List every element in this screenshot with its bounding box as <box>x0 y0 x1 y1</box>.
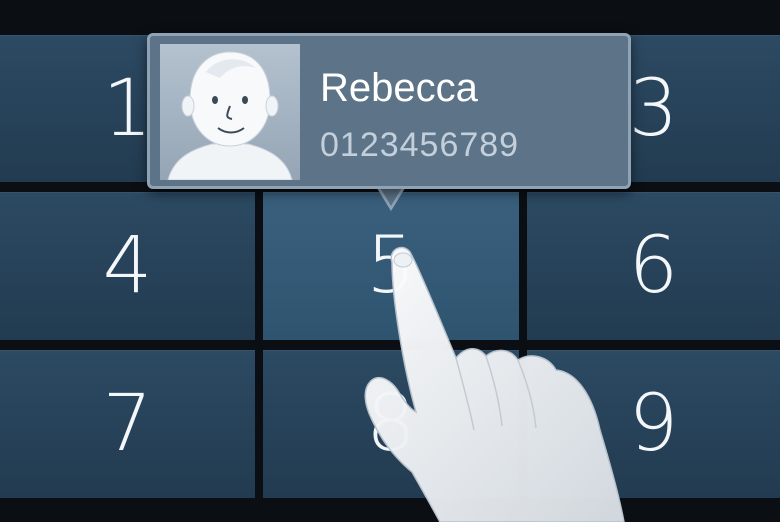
key-digit: 8 <box>366 379 416 469</box>
default-person-avatar-icon <box>160 44 300 180</box>
contact-name: Rebecca <box>320 66 478 110</box>
key-8[interactable]: 8 <box>263 350 519 498</box>
key-5[interactable]: 5 <box>263 192 519 340</box>
key-9[interactable]: 9 <box>527 350 780 498</box>
key-7[interactable]: 7 <box>0 350 255 498</box>
key-digit: 6 <box>628 221 679 311</box>
key-6[interactable]: 6 <box>527 192 780 340</box>
key-digit: 7 <box>102 379 153 469</box>
key-digit: 4 <box>102 221 153 311</box>
key-4[interactable]: 4 <box>0 192 255 340</box>
speed-dial-contact-popup[interactable]: Rebecca 0123456789 <box>147 33 631 189</box>
contact-phone-number: 0123456789 <box>320 126 520 164</box>
key-digit: 5 <box>366 221 416 311</box>
key-digit: 9 <box>628 379 679 469</box>
